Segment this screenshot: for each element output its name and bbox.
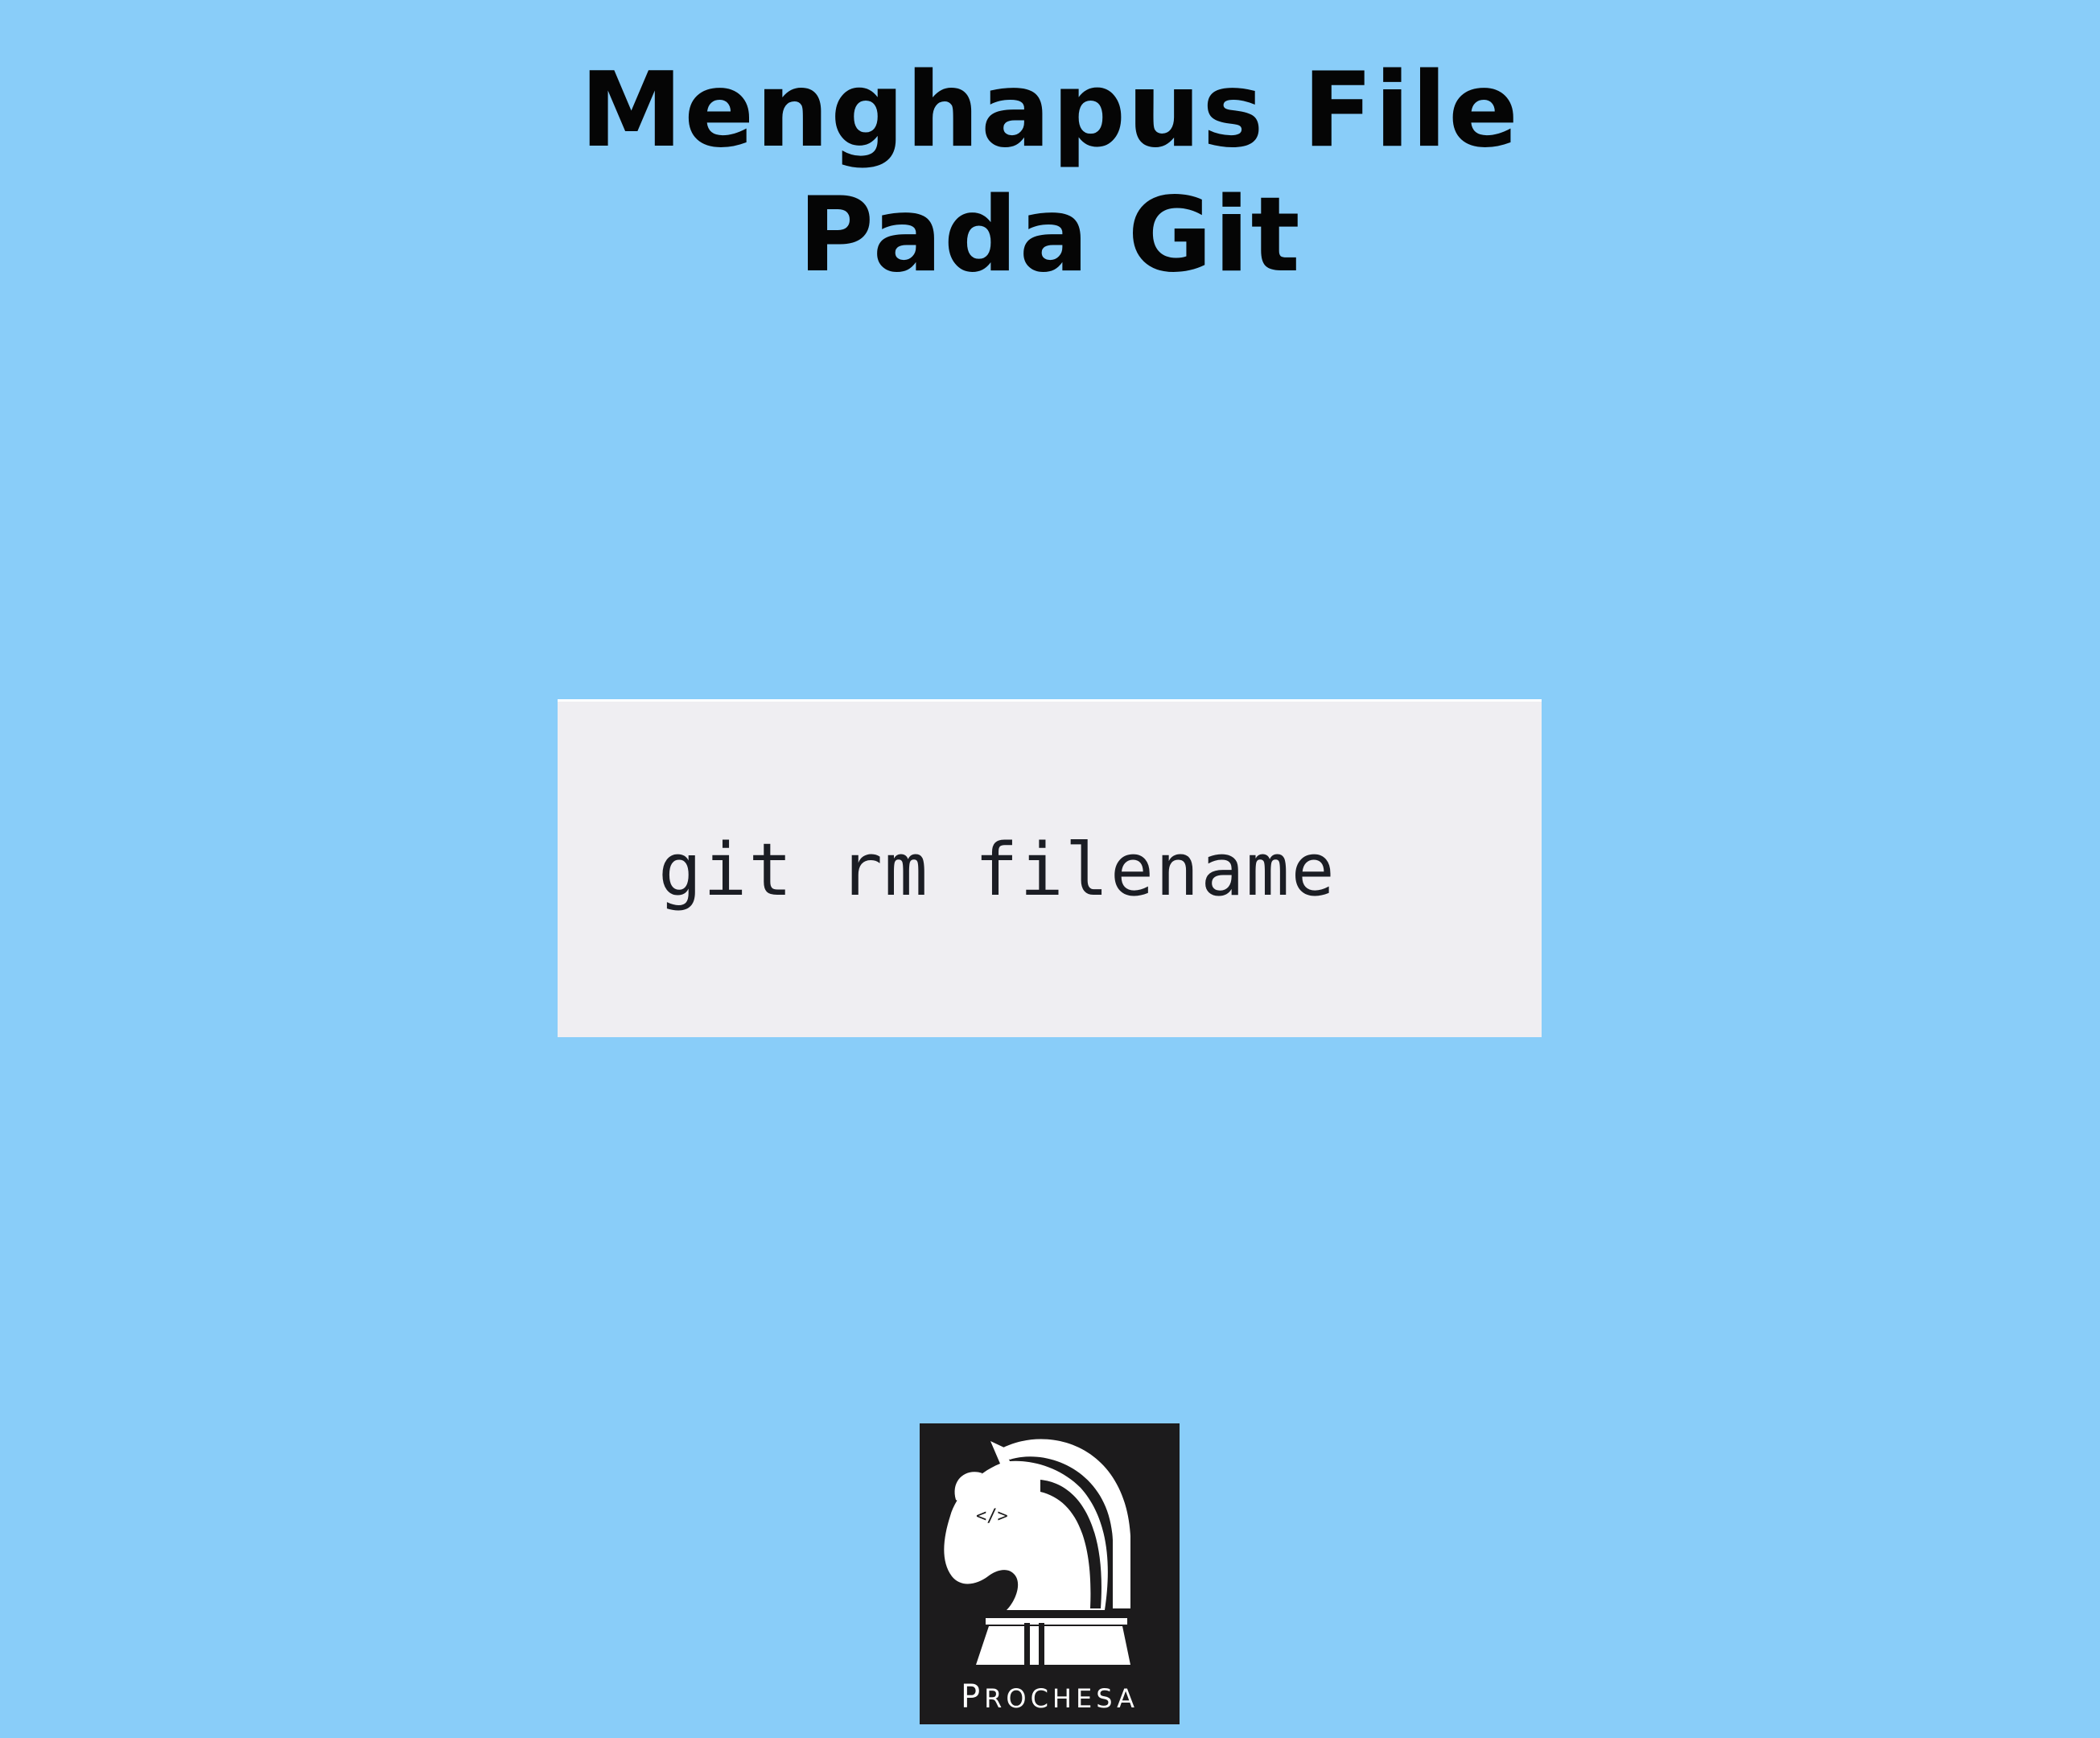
title-line-1: Menghapus File: [580, 51, 1520, 171]
prochesa-logo: </> PROCHESA: [920, 1423, 1180, 1724]
brand-rest: ROCHESA: [984, 1683, 1139, 1714]
title-line-2: Pada Git: [798, 175, 1302, 295]
brand-first-letter: P: [961, 1678, 985, 1715]
code-block: git rm filename: [558, 699, 1542, 1037]
code-mark: </>: [976, 1506, 1008, 1526]
code-command: git rm filename: [658, 828, 1336, 912]
knight-chess-piece-icon: </>: [944, 1439, 1130, 1666]
page-title: Menghapus File Pada Git: [0, 48, 2100, 298]
brand-name: PROCHESA: [920, 1679, 1180, 1716]
